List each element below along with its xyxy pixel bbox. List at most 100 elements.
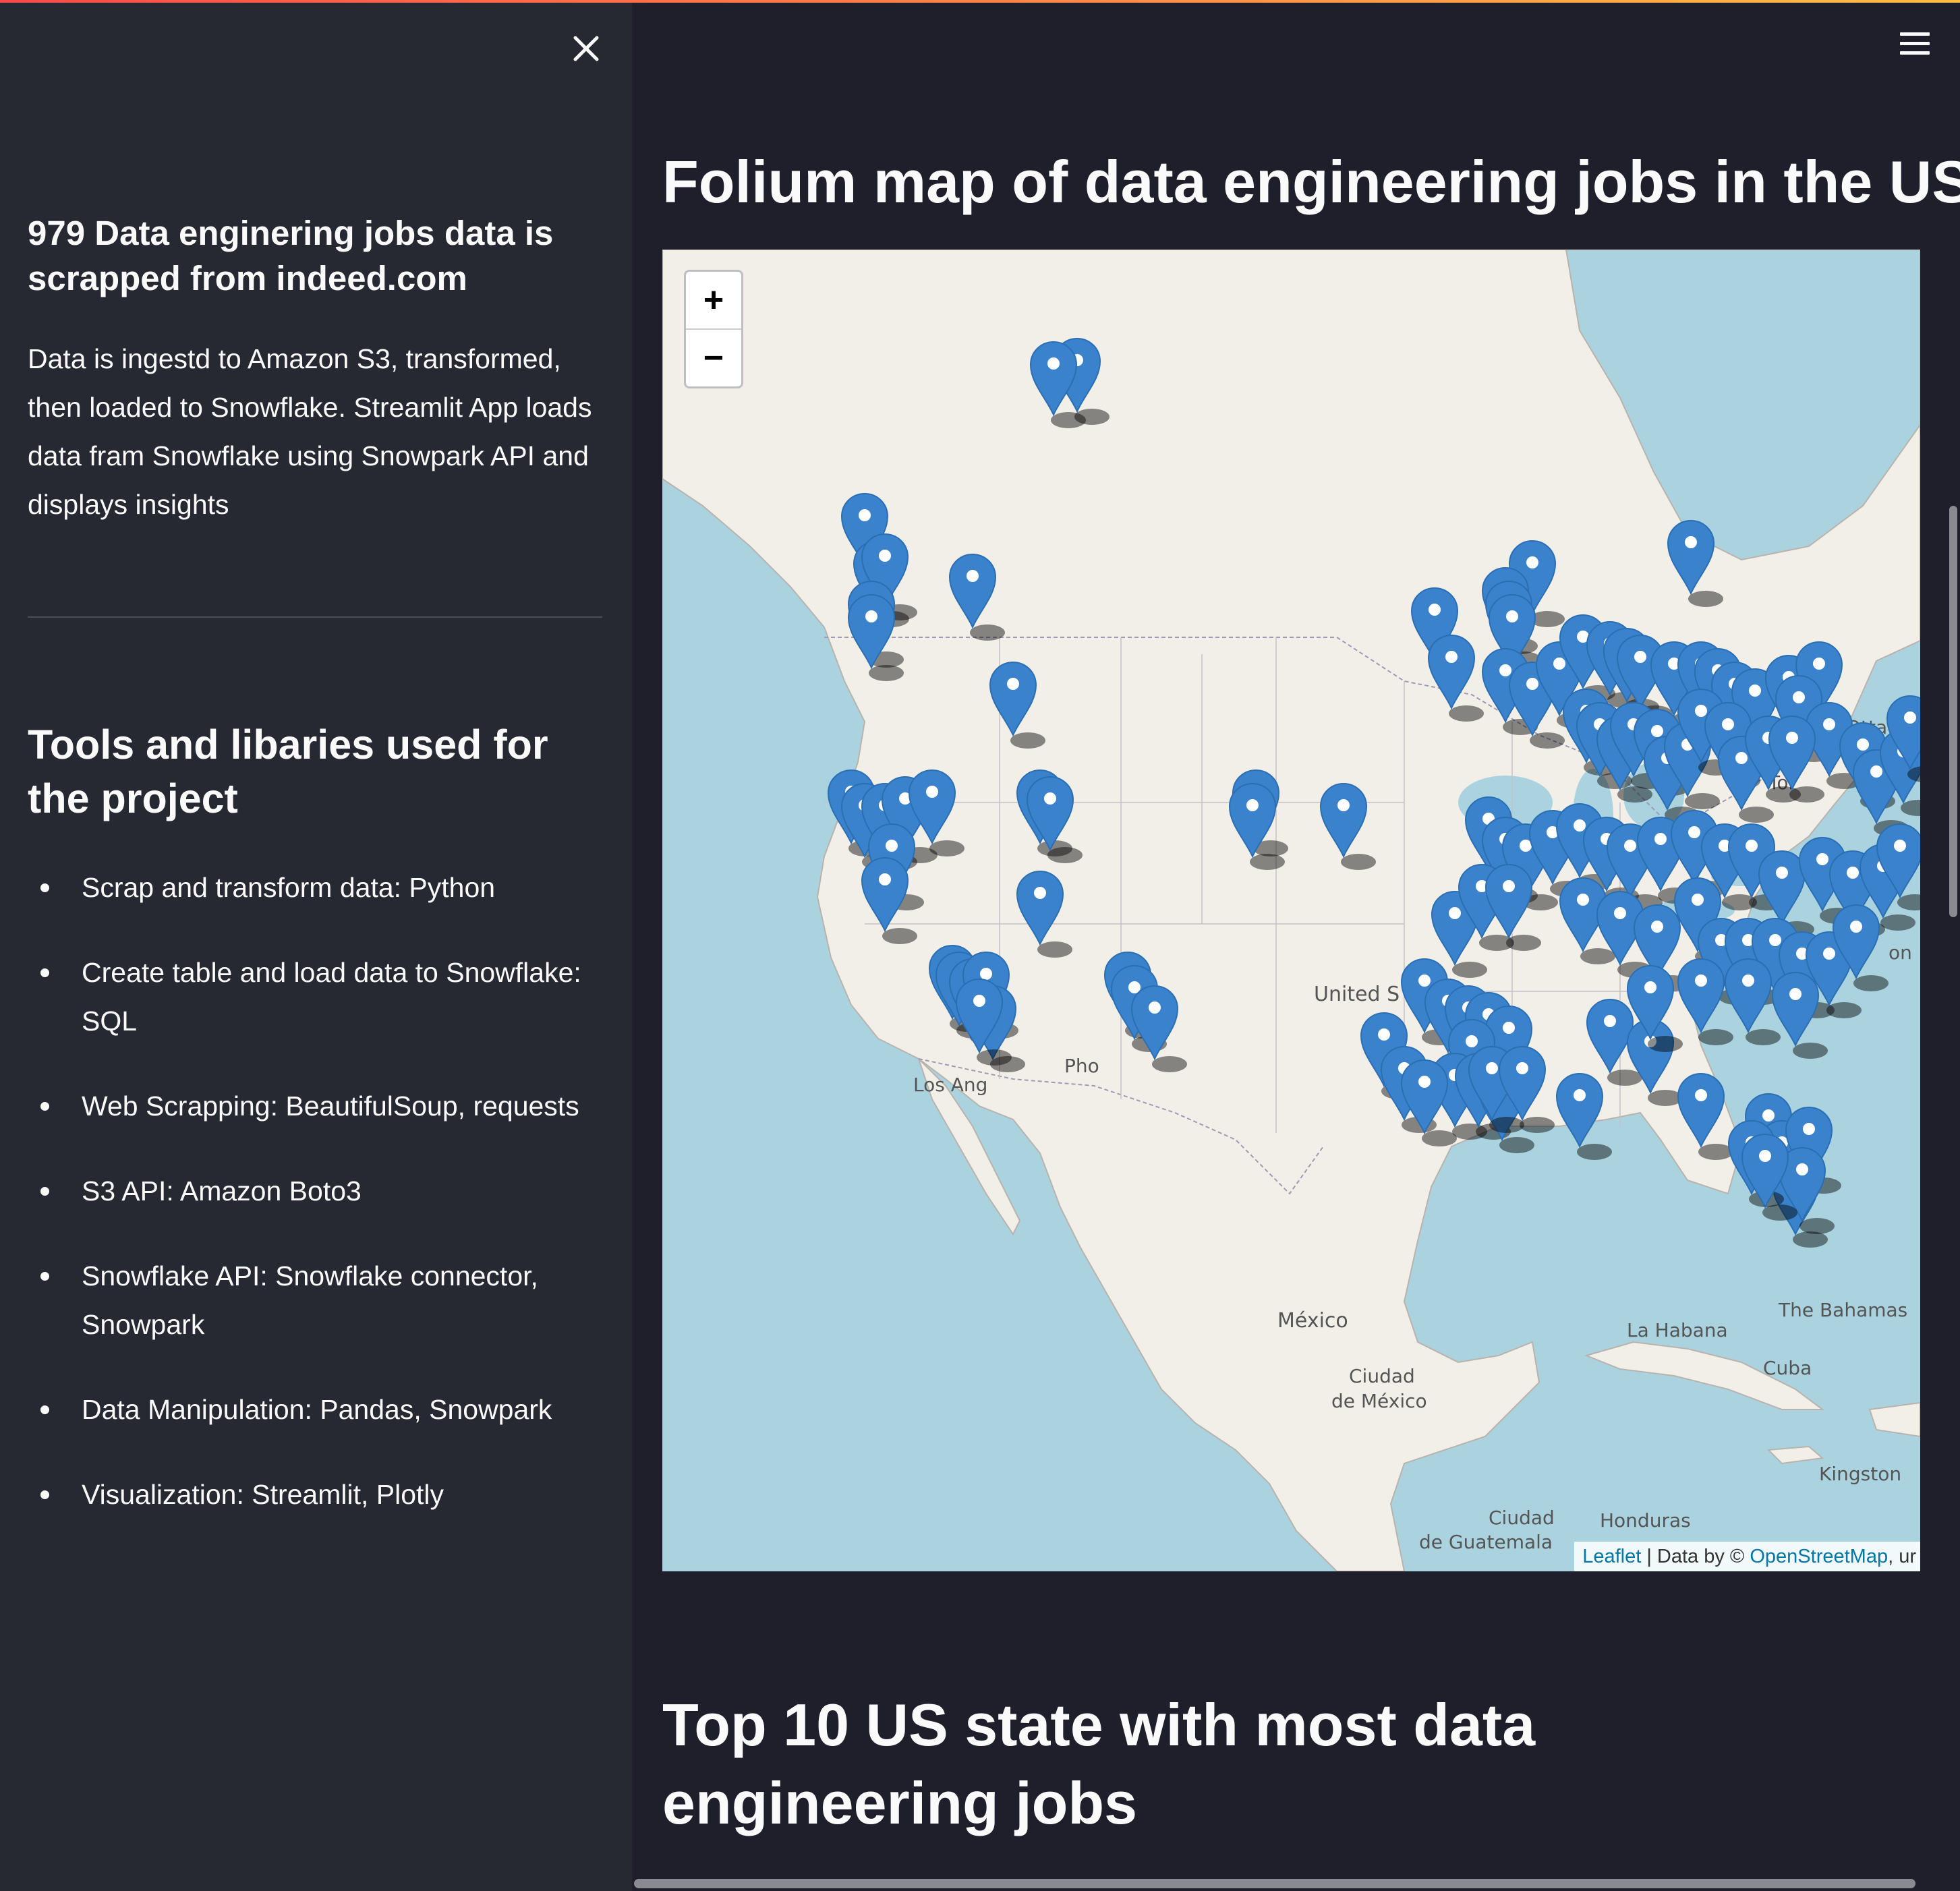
map-marker-dot [1695,974,1707,987]
map-marker-shadow [1489,1117,1524,1133]
map-marker-shadow [1793,1231,1828,1248]
map-marker-dot [1503,880,1515,892]
list-item: Data Manipulation: Pandas, Snowpark [28,1385,608,1434]
sidebar: 979 Data enginering jobs data is scrappe… [0,0,632,1891]
map-marker-dot [1486,1062,1498,1074]
map-marker-shadow [1422,1130,1457,1146]
map-marker-dot [1685,536,1697,548]
map-marker-dot [865,610,877,622]
map-marker-dot [1526,556,1538,569]
close-sidebar-button[interactable] [570,32,602,65]
map-label: The Bahamas [1778,1299,1907,1321]
map-marker-shadow [1685,793,1720,809]
map-marker-dot [1614,907,1626,919]
map-marker-shadow [929,840,964,856]
map-marker-shadow [977,1049,1012,1066]
hamburger-icon-line [1900,51,1930,55]
map-marker-dot [1034,887,1046,899]
map-marker-dot [1577,894,1589,906]
openstreetmap-link[interactable]: OpenStreetMap [1750,1546,1888,1567]
map-marker-dot [1847,867,1859,879]
tool-item-text: Create table and load data to Snowflake:… [82,957,581,1037]
map-marker-dot [1337,799,1350,811]
map-marker-shadow [1580,948,1615,964]
close-icon [573,36,599,61]
map-marker-shadow [1506,935,1541,951]
top-decoration-bar [0,0,1960,3]
list-item: S3 API: Amazon Boto3 [28,1167,608,1215]
map-marker-dot [1574,1089,1586,1101]
map-marker-dot [1044,792,1056,805]
map-marker-dot [1823,718,1835,730]
map-marker-dot [879,873,891,885]
map-marker-dot [1651,725,1663,737]
tools-list: Scrap and transform data: Python Create … [28,863,608,1555]
attribution-separator: | Data by © [1641,1546,1750,1567]
list-item: Scrap and transform data: Python [28,863,608,912]
map-marker-shadow [1648,1036,1683,1052]
map-marker-dot [1695,1089,1707,1101]
map-marker-icon [1724,958,1772,1034]
map-marker-shadow [1746,1029,1781,1045]
main-menu-button[interactable] [1900,32,1930,57]
zoom-control: + − [684,270,743,388]
map-marker-dot [1047,357,1060,370]
map-marker-shadow [1530,732,1565,749]
map-marker-dot [1634,651,1646,663]
map-tiles: Ottawa Tor United S Los Ang Pho on Méxic… [662,250,1920,1571]
horizontal-scrollbar[interactable] [634,1879,1915,1888]
list-item: Snowflake API: Snowflake connector, Snow… [28,1252,608,1349]
map-marker-dot [1793,691,1805,703]
map-marker-icon [1758,850,1806,926]
map-marker-dot [1850,921,1862,933]
map-marker-dot [1692,894,1704,906]
map-marker-dot [886,840,898,852]
map-marker-shadow [1010,732,1045,749]
map-marker-dot [1574,819,1586,832]
map-marker-dot [1246,799,1259,811]
map-marker-shadow [882,928,917,944]
map-marker-dot [1813,658,1825,670]
sidebar-heading: 979 Data enginering jobs data is scrappe… [28,214,554,297]
map-label: México [1277,1309,1348,1333]
map-label: Los Ang [913,1074,987,1096]
land-hispaniola [1868,1401,1920,1438]
map-label: on [1889,941,1912,964]
map-marker-shadow [1449,705,1484,722]
bullet-icon [40,1272,49,1281]
tool-item-text: Web Scrapping: BeautifulSoup, requests [82,1090,579,1122]
map-marker-shadow [1799,1218,1835,1234]
map-label: Kingston [1819,1463,1901,1485]
vertical-scrollbar[interactable] [1949,506,1957,917]
map-marker-dot [1789,988,1802,1000]
map-marker-dot [1520,840,1532,852]
tool-item-text: Snowflake API: Snowflake connector, Snow… [82,1260,538,1340]
map-marker-shadow [1452,962,1487,978]
map-marker-dot [1418,974,1431,987]
map-marker-dot [1651,921,1663,933]
folium-map[interactable]: Ottawa Tor United S Los Ang Pho on Méxic… [662,250,1920,1571]
bullet-icon [40,968,49,977]
top10-title: Top 10 US state with most data engineeri… [662,1691,1536,1836]
map-marker-shadow [1341,854,1376,870]
hamburger-icon-line [1900,32,1930,36]
map-label: Ciudad [1489,1507,1555,1529]
map-marker-dot [1803,1123,1815,1135]
bullet-icon [40,883,49,892]
bullet-icon [40,1490,49,1499]
map-marker-dot [1735,752,1748,764]
leaflet-link[interactable]: Leaflet [1582,1546,1641,1567]
list-item: Web Scrapping: BeautifulSoup, requests [28,1082,608,1130]
map-marker-dot [967,570,979,582]
map-marker-dot [1796,1163,1808,1175]
map-marker-shadow [1152,1056,1187,1072]
map-label: de México [1331,1390,1427,1412]
map-marker-shadow [1826,1002,1862,1018]
map-marker-shadow [1520,1117,1555,1133]
sidebar-description: Data is ingestd to Amazon S3, transforme… [28,343,592,520]
map-marker-dot [1445,651,1458,663]
map-marker-dot [1870,765,1882,778]
map-marker-dot [1644,981,1656,993]
zoom-in-button[interactable]: + [686,272,741,328]
zoom-out-button[interactable]: − [686,330,741,386]
